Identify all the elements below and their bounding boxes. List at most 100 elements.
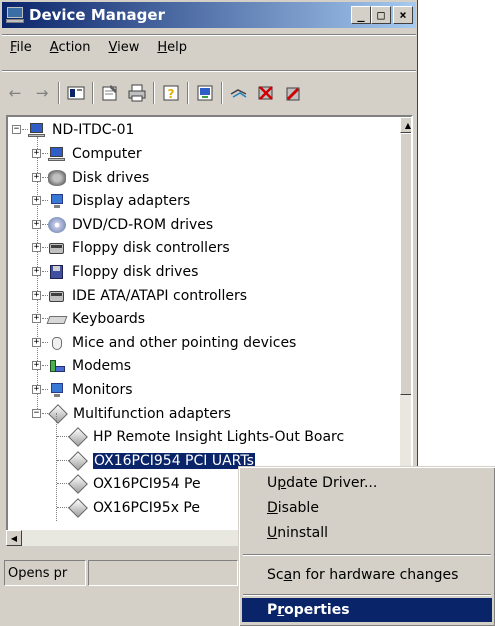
tree-category-label: Display adapters: [72, 193, 191, 210]
scroll-left-button[interactable]: ◀: [6, 530, 22, 546]
print-icon[interactable]: [126, 82, 148, 104]
menu-file[interactable]: File: [2, 38, 40, 60]
collapse-root-expander[interactable]: −: [12, 125, 21, 134]
tree-device-node[interactable]: OX16PCI954 PCI UARTs: [68, 450, 255, 472]
tree-category-node[interactable]: IDE ATA/ATAPI controllers: [48, 285, 247, 307]
minimize-button[interactable]: _: [351, 6, 371, 24]
menu-bar: File Action View Help: [2, 38, 195, 60]
menu-item-scan-hardware[interactable]: Sc a n for hardware changes: [242, 563, 492, 587]
horizontal-scrollbar[interactable]: ◀: [6, 530, 246, 546]
forward-arrow-icon[interactable]: →: [31, 82, 53, 104]
tree-device-node[interactable]: OX16PCI954 Pe: [68, 473, 201, 495]
menu-action-label: ction: [58, 40, 91, 55]
tree-category-node[interactable]: Floppy disk drives: [48, 261, 198, 283]
tree-category-node[interactable]: DVD/CD-ROM drives: [48, 214, 213, 236]
properties-icon[interactable]: [99, 82, 121, 104]
menu-item-text: isable: [277, 500, 319, 516]
window-title: Device Manager: [29, 6, 165, 24]
menu-help-label: elp: [167, 40, 188, 55]
title-bar[interactable]: Device Manager _ □ ×: [2, 2, 416, 28]
display-adapter-icon: [48, 193, 66, 209]
expand-expander[interactable]: +: [32, 337, 41, 347]
tree-root-label: ND-ITDC-01: [52, 122, 135, 138]
menu-item-text: operties: [284, 602, 350, 618]
collapse-expander[interactable]: −: [32, 408, 41, 418]
menu-view[interactable]: View: [101, 38, 148, 60]
tree-category-node[interactable]: Computer: [48, 143, 142, 165]
tree-category-node[interactable]: Keyboards: [46, 308, 145, 330]
help-icon[interactable]: ?: [160, 82, 182, 104]
toolbar-top-divider: [2, 70, 416, 72]
menu-item-update-driver[interactable]: Up date Driver...: [242, 471, 492, 495]
expand-expander[interactable]: +: [32, 314, 41, 324]
menu-separator: [243, 554, 491, 556]
menu-separator: [243, 594, 491, 596]
tree-category-node[interactable]: Multifunction adapters: [48, 403, 231, 425]
menu-item-mnemonic: p: [277, 475, 287, 491]
tree-category-node[interactable]: Modems: [48, 355, 131, 377]
scroll-up-button[interactable]: ▲: [400, 117, 411, 133]
toolbar-separator: [221, 82, 223, 104]
tree-device-node[interactable]: HP Remote Insight Lights-Out Boarc: [68, 426, 344, 448]
status-panel-empty: [88, 560, 238, 586]
menu-item-mnemonic: U: [267, 525, 278, 541]
tree-category-node[interactable]: Disk drives: [48, 167, 149, 189]
expand-expander[interactable]: +: [32, 361, 41, 371]
tree-category-label: Floppy disk drives: [72, 264, 199, 280]
context-menu: Up date Driver... Disable Uninstall Sc a n …: [238, 466, 495, 626]
scroll-thumb[interactable]: [400, 133, 411, 395]
expand-expander[interactable]: +: [32, 196, 41, 206]
tree-device-label: HP Remote Insight Lights-Out Boarc: [93, 429, 345, 446]
device-icon: [68, 427, 88, 448]
expand-expander[interactable]: +: [32, 172, 41, 182]
computer-icon: [28, 122, 46, 138]
close-button[interactable]: ×: [393, 6, 413, 24]
back-arrow-icon[interactable]: ←: [4, 82, 26, 104]
expand-expander[interactable]: +: [32, 219, 41, 229]
device-icon: [68, 498, 88, 518]
menu-help-mnemonic: H: [157, 40, 168, 55]
menu-item-uninstall[interactable]: Uninstall: [242, 521, 492, 545]
menu-action[interactable]: Action: [42, 38, 99, 60]
menu-help[interactable]: Help: [149, 38, 195, 60]
tree-device-label: OX16PCI954 PCI UARTs: [93, 452, 255, 469]
scan-hardware-icon[interactable]: [228, 82, 250, 104]
menu-item-properties[interactable]: Pr operties: [242, 598, 492, 622]
tree-category-node[interactable]: Monitors: [48, 379, 133, 401]
expand-expander[interactable]: +: [32, 149, 41, 158]
menu-item-text: Sc: [267, 567, 284, 583]
maximize-button[interactable]: □: [371, 6, 391, 24]
menu-view-label: iew: [117, 40, 140, 55]
dvd-drive-icon: [48, 216, 66, 233]
menu-item-disable[interactable]: Disable: [242, 496, 492, 520]
modem-icon: [48, 358, 66, 374]
uninstall-icon[interactable]: [255, 82, 277, 104]
menu-item-text: U: [267, 475, 278, 491]
show-hide-console-tree-icon[interactable]: [65, 82, 87, 104]
menu-item-text: date Driver...: [286, 475, 378, 491]
device-icon: [68, 474, 88, 495]
toolbar-separator: [187, 82, 189, 104]
window-controls: _ □ ×: [351, 6, 413, 24]
toolbar: ← → ?: [4, 78, 304, 108]
update-driver-icon[interactable]: [194, 82, 216, 104]
expand-expander[interactable]: +: [32, 267, 41, 276]
expand-expander[interactable]: +: [32, 290, 41, 300]
tree-root-node[interactable]: ND-ITDC-01: [28, 119, 134, 141]
toolbar-separator: [153, 82, 155, 104]
tree-category-node[interactable]: Display adapters: [48, 190, 190, 212]
tree-category-label: Multifunction adapters: [73, 405, 231, 422]
tree-category-label: Floppy disk controllers: [72, 240, 230, 257]
expand-expander[interactable]: +: [32, 385, 41, 394]
floppy-controller-icon: [48, 240, 66, 256]
menu-item-mnemonic: r: [277, 602, 285, 618]
disable-icon[interactable]: [282, 82, 304, 104]
expand-expander[interactable]: +: [32, 243, 41, 253]
disk-drive-icon: [48, 169, 66, 186]
tree-category-node[interactable]: Floppy disk controllers: [48, 237, 230, 259]
tree-device-node[interactable]: OX16PCI95x Pe: [68, 497, 200, 519]
tree-category-node[interactable]: Mice and other pointing devices: [48, 332, 296, 354]
tree-category-label: Modems: [72, 358, 132, 375]
menu-item-mnemonic: a: [283, 567, 293, 583]
menu-item-mnemonic: D: [267, 500, 278, 516]
